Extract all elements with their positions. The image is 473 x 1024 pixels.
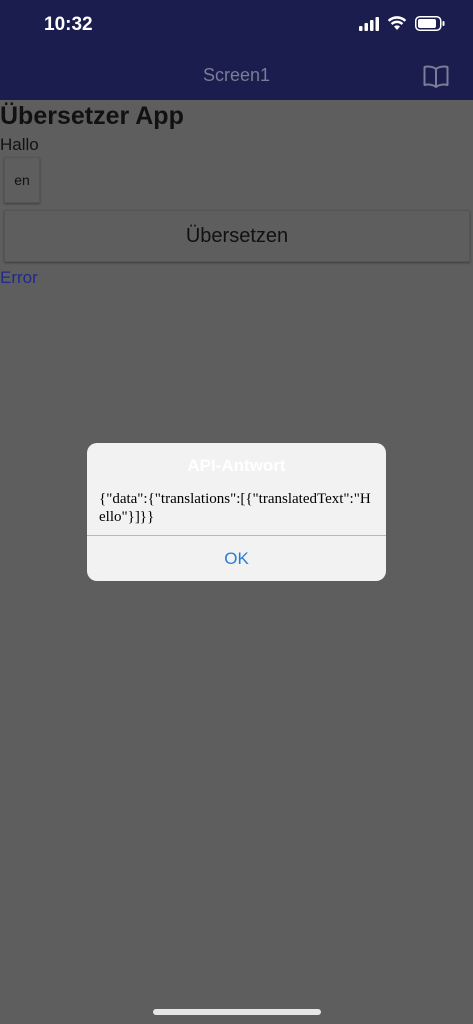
app-title: Übersetzer App (0, 102, 184, 130)
translate-button[interactable]: Übersetzen (4, 210, 470, 262)
wifi-icon (387, 16, 407, 36)
dialog-ok-button[interactable]: OK (87, 536, 386, 581)
dialog-title: API-Antwort (187, 456, 286, 475)
screen-title: Screen1 (202, 65, 271, 85)
api-response-dialog: API-Antwort {"data":{"translations":[{"t… (87, 443, 386, 581)
home-indicator[interactable] (153, 1009, 321, 1015)
status-and-header-bar: 10:32 Screen1 (0, 0, 473, 100)
language-button[interactable]: en (4, 157, 40, 203)
status-time: 10:32 (44, 14, 93, 35)
dialog-message: {"data":{"translations":[{"translatedTex… (99, 491, 371, 525)
book-icon[interactable] (423, 64, 449, 93)
battery-icon (415, 16, 445, 36)
input-text[interactable]: Hallo (0, 135, 39, 155)
status-label: Error (0, 268, 38, 287)
signal-icon (359, 16, 379, 36)
status-icons (359, 16, 445, 36)
